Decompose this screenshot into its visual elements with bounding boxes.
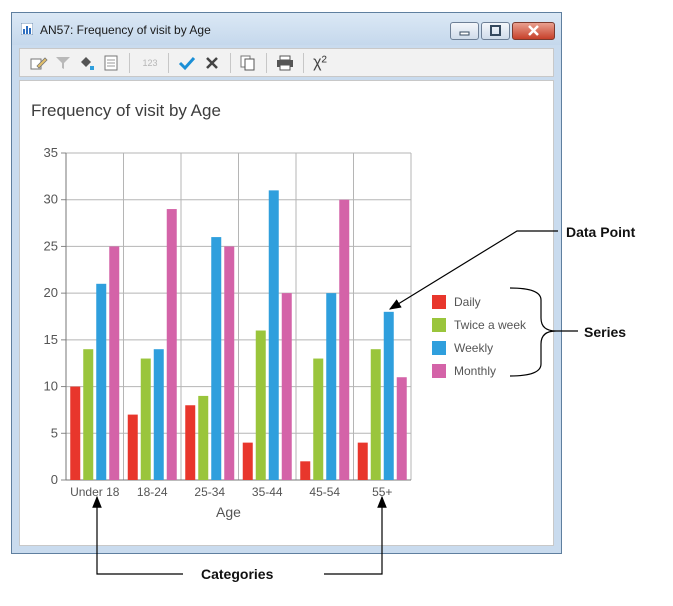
- bar-monthly: [396, 377, 407, 480]
- bar-monthly: [166, 209, 177, 481]
- bar-daily: [127, 414, 138, 480]
- legend-item: Twice a week: [432, 317, 526, 333]
- x-tick-label: 55+: [372, 485, 392, 499]
- bar-daily: [185, 405, 196, 480]
- y-tick-label: 15: [44, 332, 58, 347]
- legend-swatch: [432, 341, 446, 355]
- legend-item: Daily: [432, 294, 481, 310]
- bar-twice-a-week: [370, 349, 381, 480]
- y-tick-label: 25: [44, 238, 58, 253]
- x-axis-label: Age: [216, 504, 241, 520]
- y-tick-label: 20: [44, 285, 58, 300]
- bar-weekly: [153, 349, 164, 480]
- y-tick-label: 10: [44, 379, 58, 394]
- bar-weekly: [96, 283, 107, 480]
- legend-swatch: [432, 364, 446, 378]
- legend-label: Weekly: [454, 341, 494, 355]
- bar-twice-a-week: [255, 330, 266, 480]
- y-tick-label: 0: [51, 472, 58, 487]
- bar-weekly: [268, 190, 279, 480]
- y-tick-label: 30: [44, 192, 58, 207]
- bar-daily: [70, 386, 81, 480]
- bar-monthly: [339, 199, 350, 480]
- bar-chart: 0 5 10 15 20 25 30 35 Under 18 18-24 25-34 35-44 45-…: [44, 145, 412, 520]
- legend-label: Monthly: [454, 364, 497, 378]
- series-annotation: Series: [584, 324, 627, 340]
- bar-twice-a-week: [313, 358, 324, 480]
- x-tick-label: 25-34: [194, 485, 225, 499]
- bar-daily: [242, 442, 253, 480]
- legend-swatch: [432, 295, 446, 309]
- bar-daily: [357, 442, 368, 480]
- x-tick-label: 35-44: [252, 485, 283, 499]
- y-tick-label: 5: [51, 425, 58, 440]
- bar-weekly: [211, 237, 222, 480]
- legend-item: Monthly: [432, 363, 496, 379]
- x-tick-label: 45-54: [309, 485, 340, 499]
- legend-label: Daily: [454, 295, 481, 309]
- y-tick-label: 35: [44, 145, 58, 160]
- data-point-annotation: Data Point: [566, 224, 636, 240]
- bar-twice-a-week: [140, 358, 151, 480]
- categories-annotation: Categories: [201, 566, 274, 582]
- bar-twice-a-week: [198, 395, 209, 480]
- legend-label: Twice a week: [454, 318, 527, 332]
- bar-monthly: [109, 246, 120, 480]
- legend-swatch: [432, 318, 446, 332]
- bar-monthly: [224, 246, 235, 480]
- bar-monthly: [281, 293, 292, 480]
- bar-twice-a-week: [83, 349, 94, 480]
- bar-daily: [300, 461, 311, 480]
- x-tick-label: Under 18: [70, 485, 120, 499]
- bar-weekly: [326, 293, 337, 480]
- legend-item: Weekly: [432, 340, 493, 356]
- x-tick-label: 18-24: [137, 485, 168, 499]
- bar-weekly: [383, 311, 394, 480]
